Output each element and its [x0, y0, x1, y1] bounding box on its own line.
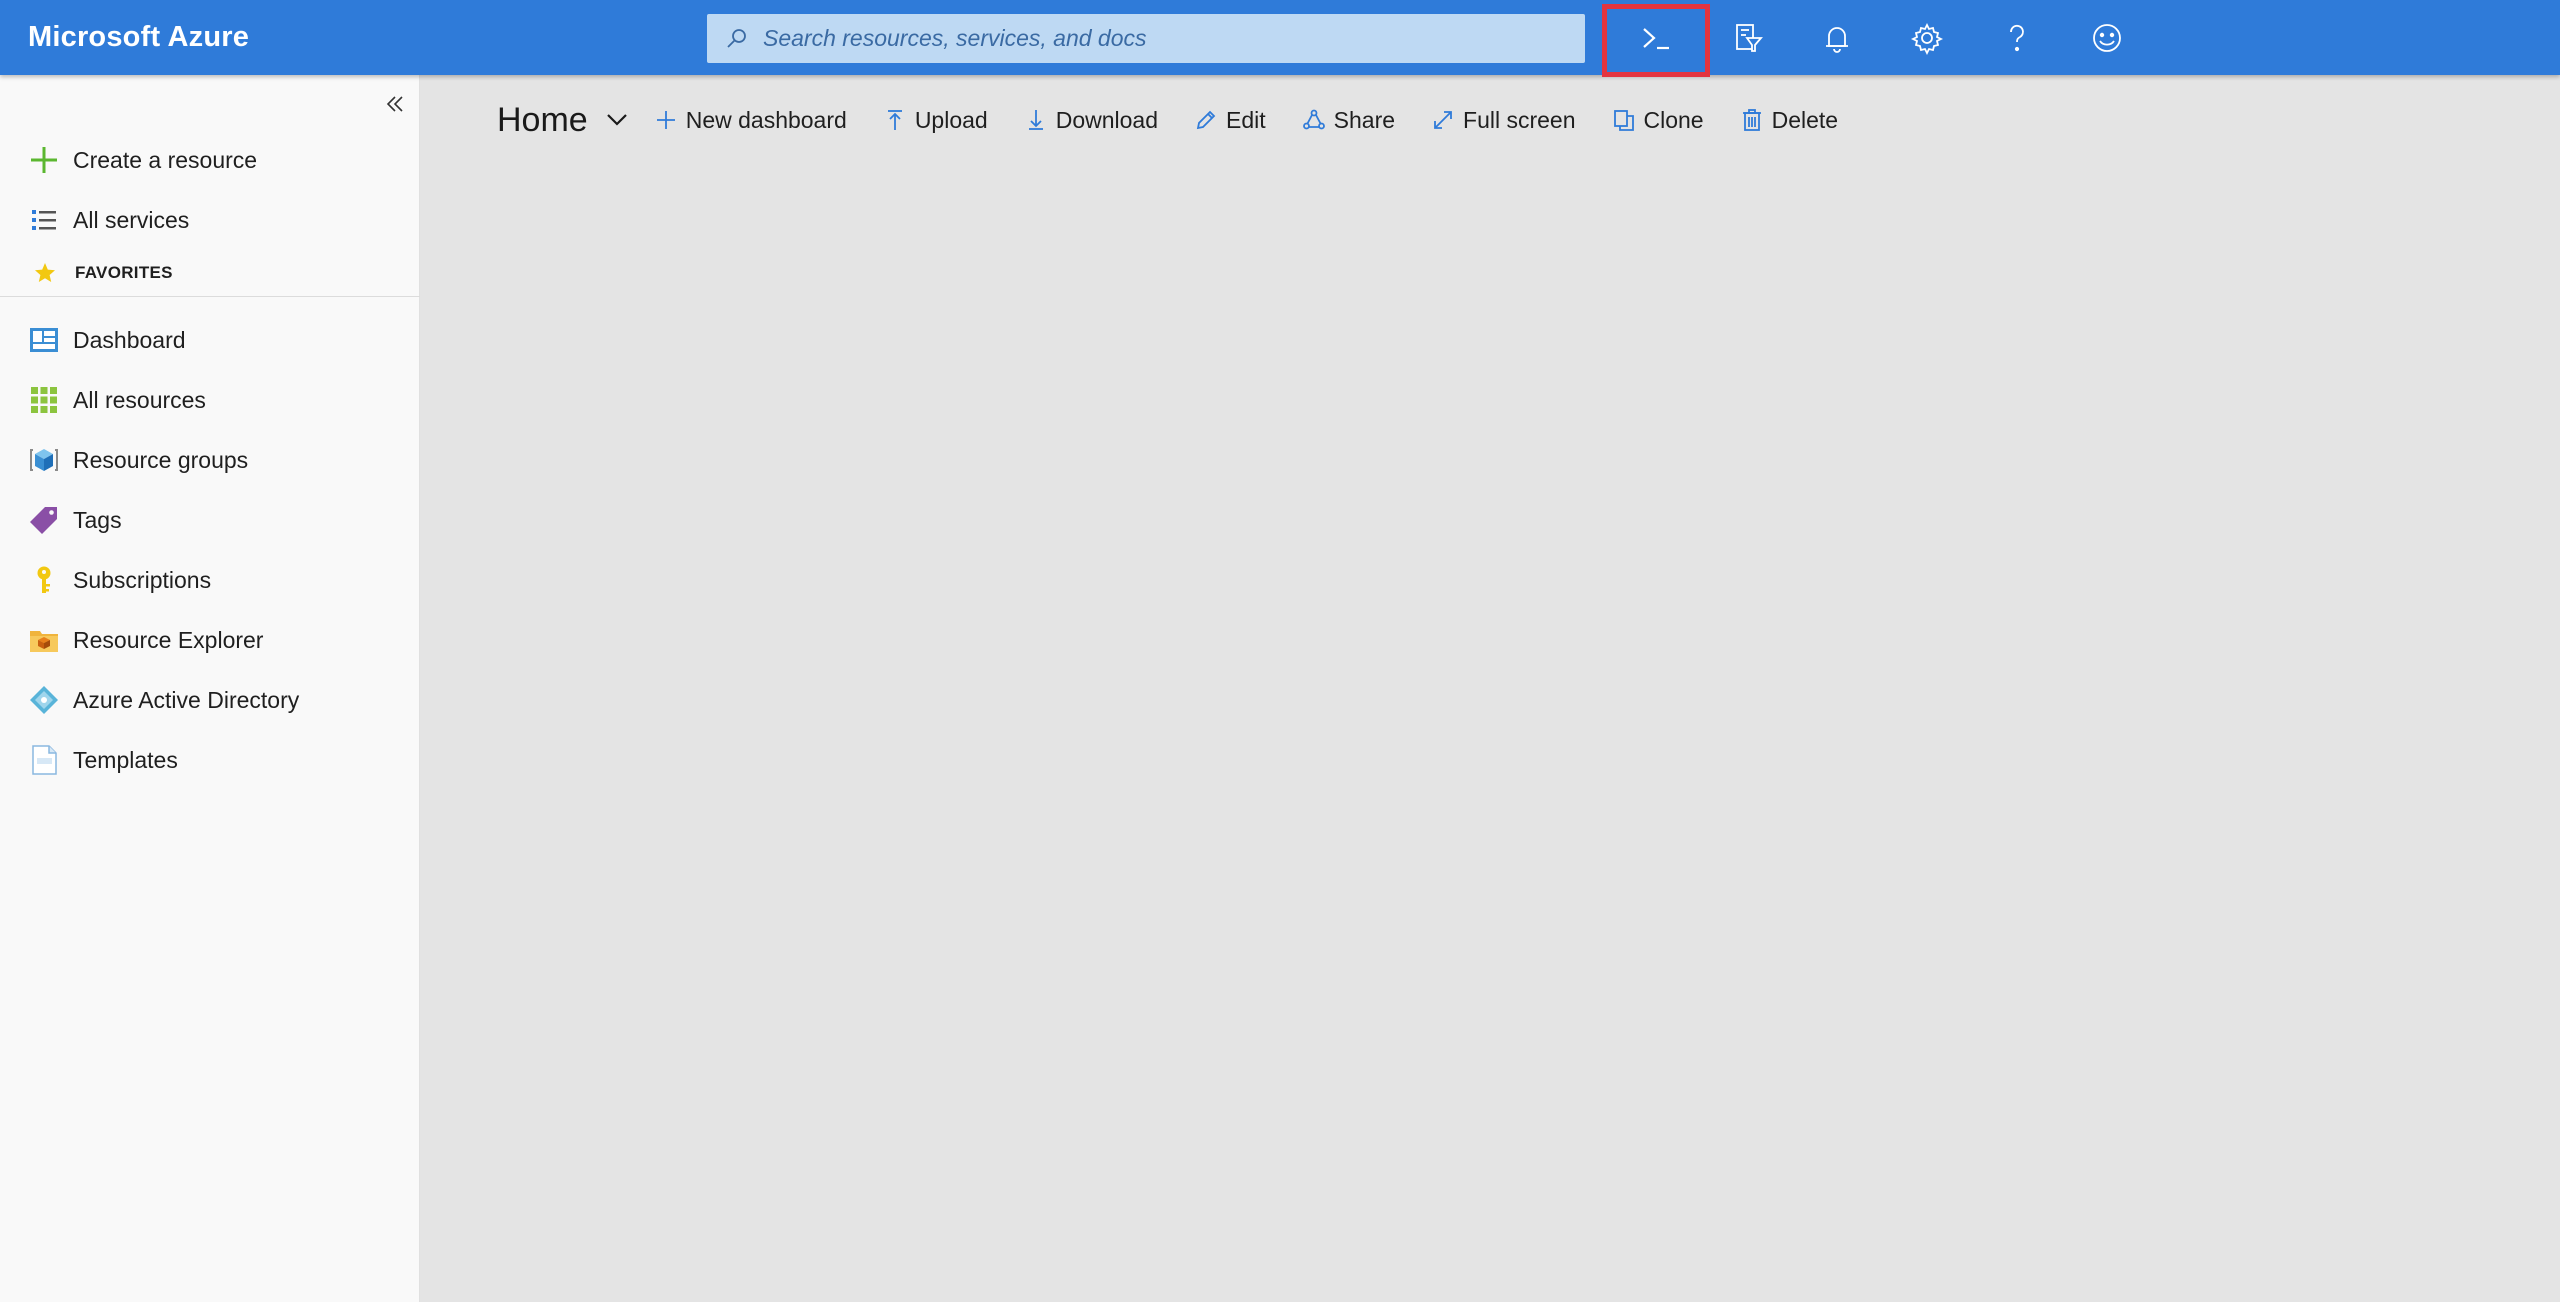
directory-filter-icon: [1736, 23, 1763, 52]
sidebar-item-resource-groups[interactable]: Resource groups: [0, 434, 420, 486]
download-label: Download: [1055, 106, 1158, 133]
brand-title[interactable]: Microsoft Azure: [28, 0, 249, 75]
collapse-sidebar-button[interactable]: [380, 89, 410, 119]
search-input[interactable]: [749, 14, 1585, 63]
chevron-double-left-icon: [386, 96, 403, 112]
expand-icon: [1434, 111, 1452, 129]
sidebar-item-dashboard[interactable]: Dashboard: [0, 314, 420, 366]
json-file-icon: [27, 743, 61, 777]
star-icon: [35, 263, 55, 282]
directory-filter-button[interactable]: [1702, 0, 1792, 75]
upload-label: Upload: [914, 106, 988, 133]
sidebar-item-tags[interactable]: Tags: [0, 494, 420, 546]
dashboard-icon: [27, 323, 61, 357]
copy-icon: [1613, 110, 1634, 131]
plus-icon: [656, 111, 675, 129]
clone-label: Clone: [1643, 106, 1704, 133]
top-bar: Microsoft Azure: [0, 0, 2560, 77]
bell-icon: [1826, 26, 1848, 53]
upload-button[interactable]: Upload: [883, 107, 988, 134]
sidebar-item-label: Resource groups: [73, 446, 249, 473]
sidebar: Create a resource All services FAVORITES…: [0, 75, 420, 1302]
aad-icon: [27, 683, 61, 717]
plus-icon: [27, 143, 61, 177]
settings-button[interactable]: [1882, 0, 1972, 75]
sidebar-item-all-resources[interactable]: All resources: [0, 374, 420, 426]
gear-icon: [1910, 22, 1944, 55]
sidebar-item-templates[interactable]: Templates: [0, 734, 420, 786]
tag-icon: [27, 503, 61, 537]
highlight-box: [1602, 4, 1710, 77]
dashboard-title: Home: [497, 100, 588, 139]
smiley-icon: [2093, 23, 2121, 52]
list-icon: [27, 203, 61, 237]
sidebar-item-resource-explorer[interactable]: Resource Explorer: [0, 614, 420, 666]
edit-button[interactable]: Edit: [1194, 107, 1266, 134]
pencil-icon: [1196, 110, 1216, 130]
help-icon: [2010, 24, 2024, 51]
download-button[interactable]: Download: [1024, 107, 1158, 134]
share-button[interactable]: Share: [1302, 107, 1395, 134]
search-icon: [727, 28, 746, 48]
full-screen-button[interactable]: Full screen: [1431, 106, 1576, 134]
delete-label: Delete: [1771, 106, 1839, 133]
sidebar-item-subscriptions[interactable]: Subscriptions: [0, 554, 420, 606]
trash-icon: [1742, 109, 1761, 131]
cloud-shell-button[interactable]: [1602, 0, 1710, 77]
clone-button[interactable]: Clone: [1612, 107, 1704, 134]
sidebar-item-label: Subscriptions: [73, 566, 212, 593]
sidebar-item-label: Dashboard: [73, 326, 186, 353]
sidebar-item-label: Azure Active Directory: [73, 686, 300, 713]
full-screen-label: Full screen: [1463, 106, 1576, 133]
notifications-button[interactable]: [1792, 0, 1882, 75]
share-icon: [1302, 109, 1325, 130]
chevron-down-icon: [606, 114, 627, 126]
dashboard-selector[interactable]: Home: [497, 101, 630, 140]
favorites-label: FAVORITES: [75, 263, 173, 282]
delete-button[interactable]: Delete: [1740, 107, 1838, 134]
new-dashboard-label: New dashboard: [685, 106, 847, 133]
upload-icon: [887, 110, 902, 130]
feedback-button[interactable]: [2062, 0, 2152, 75]
sidebar-item-label: Templates: [73, 746, 178, 773]
dashboard-canvas: [421, 160, 2560, 1302]
all-services-button[interactable]: All services: [0, 194, 420, 246]
resource-groups-icon: [27, 443, 61, 477]
global-search[interactable]: [707, 14, 1585, 63]
all-resources-icon: [27, 383, 61, 417]
favorites-header: FAVORITES: [0, 253, 420, 297]
all-services-label: All services: [73, 206, 190, 233]
new-dashboard-button[interactable]: New dashboard: [654, 107, 847, 134]
key-icon: [27, 563, 61, 597]
sidebar-item-label: All resources: [73, 386, 206, 413]
sidebar-item-azure-active-directory[interactable]: Azure Active Directory: [0, 674, 420, 726]
create-resource-button[interactable]: Create a resource: [0, 134, 420, 186]
dashboard-command-bar: Home New dashboard Upload Download Edit …: [497, 97, 1874, 143]
download-icon: [1028, 110, 1043, 130]
edit-label: Edit: [1226, 106, 1266, 133]
sidebar-item-label: Resource Explorer: [73, 626, 264, 653]
share-label: Share: [1333, 106, 1396, 133]
help-button[interactable]: [1972, 0, 2062, 75]
folder-icon: [27, 623, 61, 657]
create-resource-label: Create a resource: [73, 146, 258, 173]
sidebar-item-label: Tags: [73, 506, 122, 533]
